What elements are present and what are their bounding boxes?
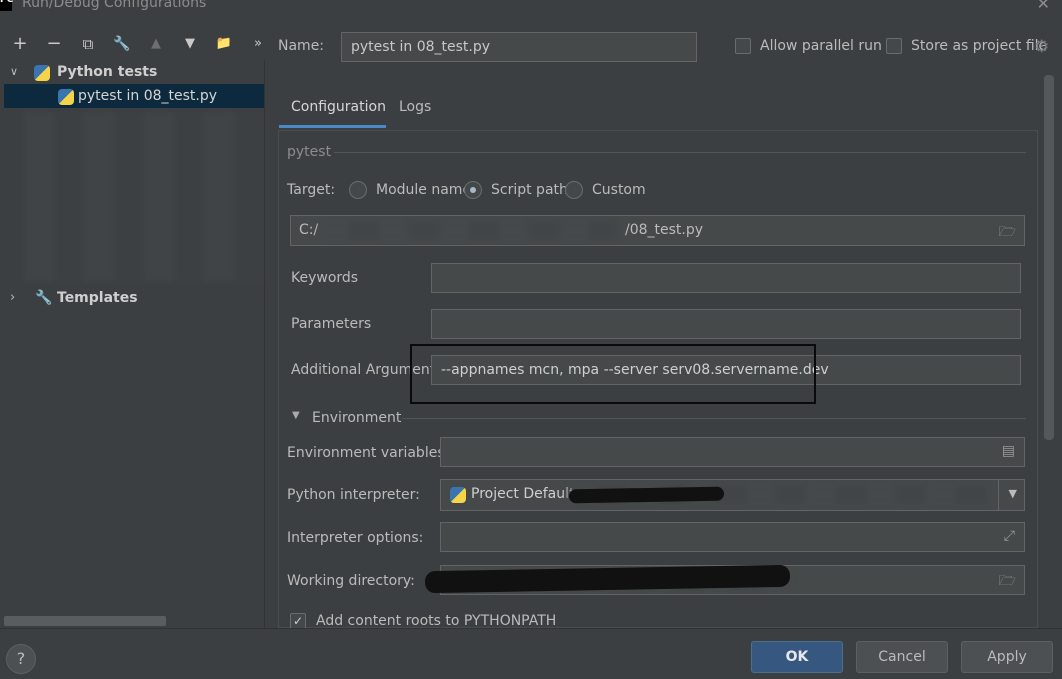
radio-script-path[interactable]: [464, 181, 482, 199]
cancel-button[interactable]: Cancel: [856, 641, 948, 673]
interpreter-value: Project Default: [471, 486, 575, 502]
content-roots-label: Add content roots to PYTHONPATH: [316, 613, 557, 629]
app-icon: PC: [0, 0, 13, 11]
env-vars-label: Environment variables:: [287, 445, 450, 461]
python-tests-icon: [34, 65, 50, 81]
name-label: Name:: [278, 38, 325, 54]
active-tab-indicator: [279, 125, 386, 128]
environment-divider: [402, 418, 1026, 419]
script-path-suffix: /08_test.py: [625, 222, 704, 238]
tree-group-templates[interactable]: › 🔧 Templates: [4, 286, 261, 310]
pytest-icon: [58, 89, 74, 105]
interpreter-select[interactable]: Project Default ▼: [440, 479, 1025, 511]
section-divider: [334, 152, 1026, 153]
apply-button[interactable]: Apply: [961, 641, 1053, 673]
env-vars-input[interactable]: ▤: [440, 437, 1025, 467]
footer-divider: [0, 628, 1062, 629]
keywords-input[interactable]: [431, 263, 1021, 293]
wrench-icon[interactable]: 🔧: [111, 34, 133, 54]
radio-custom[interactable]: [565, 181, 583, 199]
move-up-icon[interactable]: ▲: [145, 34, 167, 54]
dropdown-arrow-icon[interactable]: ▼: [1009, 487, 1017, 500]
tree-item-pytest[interactable]: pytest in 08_test.py: [4, 84, 264, 108]
add-icon[interactable]: +: [9, 34, 31, 54]
folder-icon[interactable]: 🗁: [999, 570, 1016, 594]
select-divider: [998, 480, 999, 510]
script-path-prefix: C:/: [299, 222, 319, 238]
tree-item-label: pytest in 08_test.py: [78, 88, 218, 104]
title-bar: PC Run/Debug Configurations ✕: [0, 0, 1062, 14]
name-input[interactable]: pytest in 08_test.py: [341, 32, 697, 62]
tree-group-label: Python tests: [57, 64, 158, 80]
highlight-box: [410, 344, 816, 404]
allow-parallel-checkbox[interactable]: [735, 38, 751, 54]
more-icon[interactable]: »: [247, 34, 269, 54]
tab-logs[interactable]: Logs: [399, 99, 431, 115]
expand-icon[interactable]: ⤢: [1004, 528, 1015, 544]
store-project-checkbox[interactable]: [886, 38, 902, 54]
interp-options-input[interactable]: ⤢: [440, 522, 1025, 552]
chevron-down-icon[interactable]: ∨: [10, 60, 18, 84]
chevron-right-icon[interactable]: ›: [10, 286, 15, 310]
gear-icon[interactable]: ⚙: [1034, 37, 1049, 57]
parameters-label: Parameters: [291, 316, 372, 332]
target-label: Target:: [287, 182, 336, 198]
window-title: Run/Debug Configurations: [22, 0, 207, 11]
configurations-tree: ∨ Python tests pytest in 08_test.py › 🔧 …: [4, 60, 265, 628]
python-icon: [450, 487, 466, 503]
keywords-label: Keywords: [291, 270, 359, 286]
radio-custom-label: Custom: [592, 182, 646, 198]
folder-icon[interactable]: 🗁: [999, 221, 1016, 245]
wrench-icon: 🔧: [35, 290, 53, 306]
move-down-icon[interactable]: ▼: [179, 34, 201, 54]
redaction-scribble: [568, 486, 725, 504]
parameters-input[interactable]: [431, 309, 1021, 339]
new-folder-icon[interactable]: 📁: [213, 34, 235, 54]
interp-options-label: Interpreter options:: [287, 530, 424, 546]
radio-script-path-label: Script path: [491, 182, 568, 198]
document-icon[interactable]: ▤: [1002, 443, 1015, 459]
working-dir-label: Working directory:: [287, 573, 415, 589]
script-path-input[interactable]: C:/ /08_test.py 🗁: [290, 215, 1025, 246]
radio-module-name-label: Module name: [376, 182, 472, 198]
vertical-scrollbar[interactable]: [1044, 75, 1054, 440]
blurred-region: [24, 112, 264, 282]
copy-icon[interactable]: ⧉: [77, 34, 99, 54]
store-project-label: Store as project file: [911, 38, 1048, 54]
horizontal-scrollbar[interactable]: [4, 616, 166, 626]
close-icon[interactable]: ✕: [1037, 0, 1050, 13]
allow-parallel-label: Allow parallel run: [760, 38, 882, 54]
ok-button[interactable]: OK: [751, 641, 843, 673]
tab-configuration[interactable]: Configuration: [291, 99, 386, 115]
blurred-path: [319, 222, 615, 240]
content-roots-checkbox[interactable]: ✓: [290, 613, 306, 629]
environment-label: Environment: [312, 410, 402, 426]
tree-templates-label: Templates: [57, 290, 138, 306]
help-button[interactable]: ?: [6, 644, 36, 674]
radio-module-name[interactable]: [349, 181, 367, 199]
remove-icon[interactable]: −: [43, 34, 65, 54]
tree-group-python-tests[interactable]: ∨ Python tests: [4, 60, 264, 84]
section-pytest-label: pytest: [287, 144, 332, 160]
interpreter-label: Python interpreter:: [287, 487, 420, 503]
chevron-down-icon[interactable]: ▼: [292, 410, 300, 421]
